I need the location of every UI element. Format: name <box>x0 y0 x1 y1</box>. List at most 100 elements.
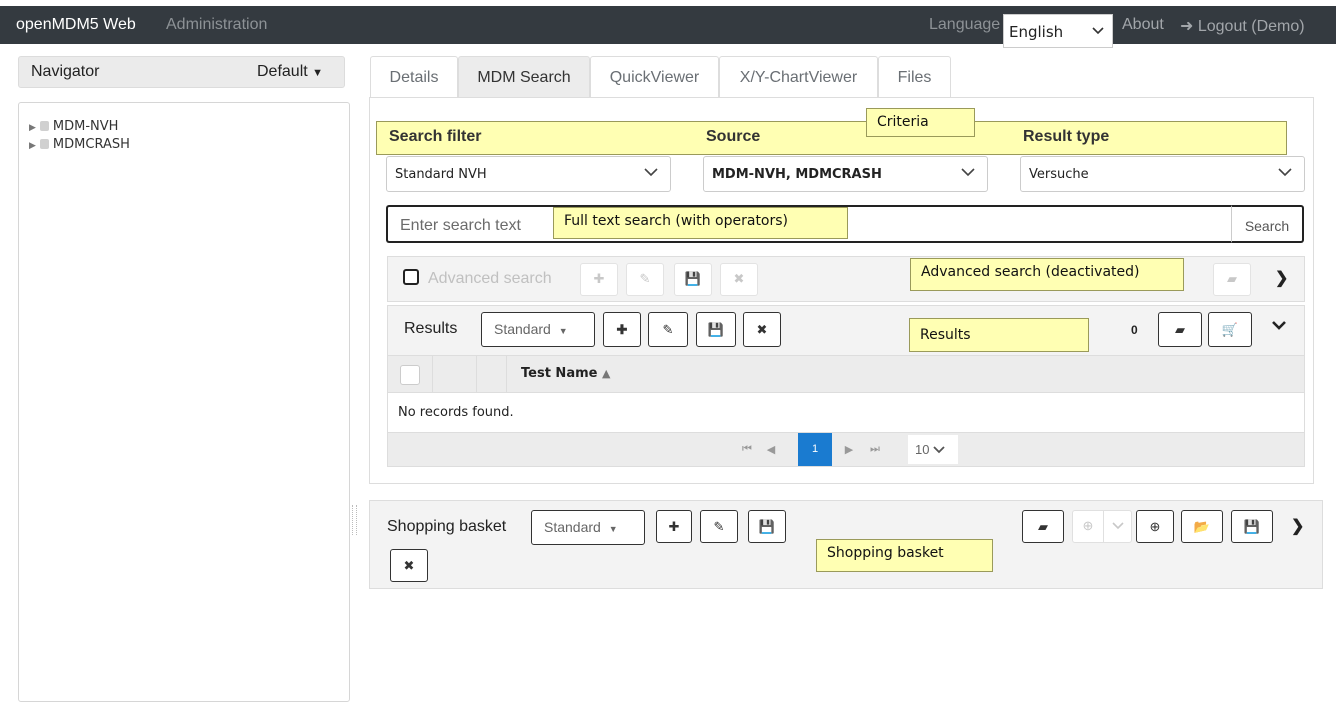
empty-column <box>477 356 507 394</box>
brand-link[interactable]: openMDM5 Web <box>16 16 136 34</box>
edit-basket-view-button[interactable]: ✎ <box>700 510 738 543</box>
last-page-icon[interactable]: ⏭ <box>864 433 886 466</box>
add-basket-view-button[interactable]: ✚ <box>656 510 692 543</box>
logout-link[interactable]: ➜ Logout (Demo) <box>1180 16 1305 36</box>
tab-xy-chartviewer[interactable]: X/Y-ChartViewer <box>719 56 878 98</box>
save-basket-view-button[interactable]: 💾 <box>748 510 786 543</box>
clear-button[interactable]: ▰ <box>1213 263 1251 296</box>
tree-node[interactable]: ▶ MDMCRASH <box>29 137 130 152</box>
plus-icon: ✚ <box>593 271 605 286</box>
prev-page-icon[interactable]: ◀ <box>760 433 782 466</box>
navigator-view-label: Default <box>257 63 308 80</box>
search-filter-value: Standard NVH <box>395 167 487 182</box>
save-basket-button[interactable]: 💾 <box>1231 510 1273 543</box>
caret-down-icon: ▼ <box>608 524 618 534</box>
advanced-search-label: Advanced search <box>428 270 552 287</box>
panel-splitter[interactable] <box>352 505 357 535</box>
edit-icon: ✎ <box>713 519 725 534</box>
search-filter-select[interactable]: Standard NVH <box>386 156 671 192</box>
tab-mdm-search[interactable]: MDM Search <box>458 56 590 98</box>
eraser-icon: ▰ <box>1038 519 1048 534</box>
chevron-down-icon <box>933 446 945 454</box>
basket-annotation: Shopping basket <box>816 539 993 572</box>
empty-message: No records found. <box>398 405 514 420</box>
add-button[interactable]: ✚ <box>580 263 618 296</box>
edit-view-button[interactable]: ✎ <box>648 312 688 347</box>
language-value: English <box>1009 23 1064 41</box>
edit-icon: ✎ <box>639 271 651 286</box>
rows-per-page-select[interactable]: 10 <box>908 435 958 464</box>
results-table-header: Test Name ▲︎ <box>388 355 1304 394</box>
navigator-tree: ▶ MDM-NVH ▶ MDMCRASH <box>18 102 350 702</box>
about-link[interactable]: About <box>1122 16 1164 34</box>
column-test-name[interactable]: Test Name ▲︎ <box>521 366 610 381</box>
chevron-down-icon[interactable] <box>1271 318 1287 336</box>
add-to-basket-button[interactable]: 🛒 <box>1208 312 1252 347</box>
administration-link[interactable]: Administration <box>166 16 267 34</box>
chevron-right-icon[interactable]: ❯ <box>1275 268 1288 288</box>
table-row: No records found. <box>388 393 1304 433</box>
chevron-down-icon <box>1092 22 1104 40</box>
select-column <box>388 356 433 394</box>
empty-column <box>433 356 477 394</box>
basket-view-dropdown[interactable]: Standard ▼ <box>531 510 645 545</box>
save-button[interactable]: 💾 <box>674 263 712 296</box>
basket-view-label: Standard <box>544 519 601 535</box>
expand-arrow-icon[interactable]: ▶ <box>29 141 36 151</box>
clear-basket-button[interactable]: ▰ <box>1022 510 1064 543</box>
eraser-icon: ▰ <box>1227 271 1237 286</box>
save-icon: 💾 <box>707 322 725 337</box>
save-icon: 💾 <box>1243 519 1261 534</box>
top-navbar: openMDM5 Web Administration Language Eng… <box>0 6 1336 48</box>
logout-label: Logout (Demo) <box>1197 18 1305 35</box>
edit-button[interactable]: ✎ <box>626 263 664 296</box>
close-icon: ✖ <box>756 322 768 337</box>
tab-files[interactable]: Files <box>878 56 951 98</box>
folder-open-icon: 📂 <box>1193 519 1211 534</box>
paginator: ⏮ ◀ 1 ▶ ⏭ <box>388 433 1304 466</box>
add-view-button[interactable]: ✚ <box>603 312 641 347</box>
results-count: 0 <box>1131 323 1138 337</box>
save-view-button[interactable]: 💾 <box>696 312 736 347</box>
caret-down-icon: ▼ <box>312 67 324 79</box>
first-page-icon[interactable]: ⏮ <box>736 433 758 466</box>
next-page-icon[interactable]: ▶ <box>838 433 860 466</box>
advanced-annotation: Advanced search (deactivated) <box>910 258 1184 291</box>
upload-icon: ⊕ <box>1149 519 1161 534</box>
results-label: Results <box>404 320 458 337</box>
upload-button[interactable]: ⊕ <box>1136 510 1174 543</box>
criteria-annotation-band <box>376 121 1287 155</box>
chevron-right-icon[interactable]: ❯ <box>1291 516 1304 536</box>
open-basket-button[interactable]: 📂 <box>1181 510 1223 543</box>
database-icon <box>39 139 49 149</box>
tree-node-label: MDMCRASH <box>52 137 130 152</box>
select-all-checkbox[interactable] <box>400 365 420 385</box>
result-type-select[interactable]: Versuche <box>1020 156 1305 192</box>
source-select[interactable]: MDM-NVH, MDMCRASH <box>703 156 988 192</box>
export-dropdown[interactable]: ⊕ <box>1072 510 1132 543</box>
result-type-value: Versuche <box>1029 167 1089 182</box>
advanced-search-checkbox[interactable] <box>403 269 419 285</box>
chevron-down-icon <box>1278 166 1292 181</box>
language-select[interactable]: English <box>1003 14 1113 48</box>
page-number[interactable]: 1 <box>798 433 832 466</box>
navigator-view-dropdown[interactable]: Default ▼ <box>257 63 323 81</box>
tab-quickviewer[interactable]: QuickViewer <box>590 56 719 98</box>
search-button[interactable]: Search <box>1231 205 1304 243</box>
tree-node-label: MDM-NVH <box>52 119 119 134</box>
basket-label: Shopping basket <box>387 518 507 535</box>
tab-details[interactable]: Details <box>370 56 458 98</box>
chevron-down-icon <box>961 166 975 181</box>
database-icon <box>39 121 49 131</box>
chevron-down-icon <box>644 166 658 181</box>
navigator-title: Navigator <box>31 63 100 80</box>
tree-node[interactable]: ▶ MDM-NVH <box>29 119 118 134</box>
results-view-dropdown[interactable]: Standard ▼ <box>481 312 595 347</box>
close-icon: ✖ <box>733 271 745 286</box>
delete-view-button[interactable]: ✖ <box>743 312 781 347</box>
expand-arrow-icon[interactable]: ▶ <box>29 123 36 133</box>
delete-button[interactable]: ✖ <box>720 263 758 296</box>
source-value: MDM-NVH, MDMCRASH <box>712 167 882 182</box>
clear-results-button[interactable]: ▰ <box>1158 312 1202 347</box>
delete-basket-view-button[interactable]: ✖ <box>390 549 428 582</box>
